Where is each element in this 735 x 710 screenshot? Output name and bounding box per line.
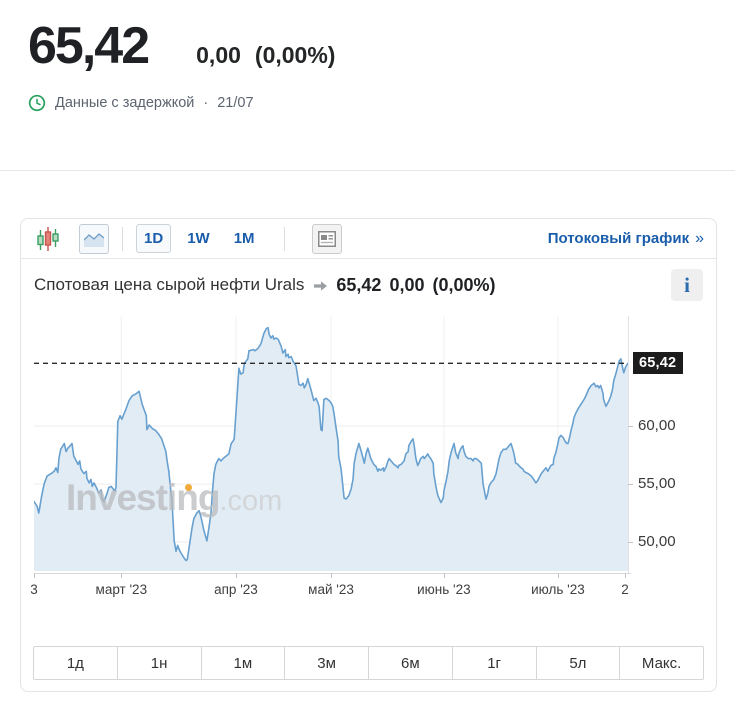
x-axis-label: апр '23	[214, 582, 258, 597]
timeframe-button-макс[interactable]: Макс.	[619, 647, 703, 679]
chart-widget: 1D 1W 1M Потоковый график » Спотовая цен…	[20, 218, 717, 692]
watermark-orange-dot	[185, 484, 192, 491]
price-change: 0,00	[196, 42, 241, 69]
delayed-separator: ·	[203, 95, 208, 111]
chart-header-price: 65,42	[336, 275, 381, 296]
newspaper-icon	[318, 231, 336, 247]
period-button-1w[interactable]: 1W	[179, 224, 218, 253]
delayed-data-row: Данные с задержкой · 21/07	[28, 94, 707, 112]
double-chevron-right-icon: »	[695, 230, 704, 248]
x-axis-tick	[34, 573, 35, 578]
x-axis-label: 3	[30, 582, 38, 597]
toolbar-divider	[284, 227, 285, 251]
x-axis-label: июль '23	[531, 582, 585, 597]
x-axis-labels: 3март '23апр '23май '23июнь '23июль '232	[34, 582, 628, 600]
watermark-domain: .com	[219, 485, 282, 517]
timeframe-button-1м[interactable]: 1м	[201, 647, 285, 679]
x-axis-tick	[444, 573, 445, 578]
price-change-group: 0,00 (0,00%)	[196, 42, 335, 69]
x-axis-label: май '23	[308, 582, 354, 597]
timeframe-button-6м[interactable]: 6м	[368, 647, 452, 679]
x-axis-tick	[558, 573, 559, 578]
x-axis-label: 2	[621, 582, 629, 597]
area-chart-button[interactable]	[79, 224, 109, 254]
plot-right-border	[628, 316, 629, 573]
info-button[interactable]: i	[671, 269, 703, 301]
divider	[0, 170, 735, 171]
y-axis-label: 50,00	[638, 533, 676, 550]
y-axis-tick	[628, 426, 633, 427]
price-change-percent: (0,00%)	[255, 42, 336, 69]
timeframe-button-1г[interactable]: 1г	[452, 647, 536, 679]
current-price: 65,42	[28, 16, 148, 76]
current-price-axis-label: 65,42	[633, 352, 683, 374]
watermark-name: Investing	[66, 477, 219, 518]
candlestick-chart-button[interactable]	[33, 224, 63, 254]
x-axis-tick	[121, 573, 122, 578]
delayed-note: Данные с задержкой	[55, 95, 194, 111]
watermark: Investing.com	[66, 477, 282, 519]
y-axis-tick	[628, 484, 633, 485]
y-axis-label: 60,00	[638, 417, 676, 434]
quote-header: 65,42 0,00 (0,00%) Данные с задержкой · …	[0, 0, 735, 112]
chart-header-change-percent: (0,00%)	[432, 275, 495, 296]
timeframe-bar: 1д1н1м3м6м1г5лМакс.	[33, 646, 704, 680]
clock-icon	[28, 94, 46, 112]
y-axis-tick	[628, 542, 633, 543]
area-chart-icon	[84, 231, 104, 247]
period-button-1m[interactable]: 1M	[226, 224, 263, 253]
x-axis-label: март '23	[96, 582, 148, 597]
timeframe-button-3м[interactable]: 3м	[284, 647, 368, 679]
timeframe-button-1н[interactable]: 1н	[117, 647, 201, 679]
x-axis-line	[34, 573, 631, 574]
timeframe-button-5л[interactable]: 5л	[536, 647, 620, 679]
x-axis-tick	[331, 573, 332, 578]
candlestick-icon	[36, 225, 60, 253]
chart-title: Спотовая цена сырой нефти Urals	[34, 275, 304, 295]
chart-region: Investing.com 3 март '23 апр '23 май '23 июн…	[21, 311, 716, 601]
timeframe-button-1д[interactable]: 1д	[34, 647, 117, 679]
period-button-1d[interactable]: 1D	[136, 224, 171, 253]
streaming-chart-link[interactable]: Потоковый график »	[548, 230, 704, 248]
y-axis-label: 55,00	[638, 475, 676, 492]
chart-header-change: 0,00	[389, 275, 424, 296]
x-axis-tick	[236, 573, 237, 578]
toolbar-divider	[122, 227, 123, 251]
x-axis-tick	[625, 573, 626, 578]
right-arrow-icon	[313, 280, 328, 292]
price-row: 65,42 0,00 (0,00%)	[28, 16, 707, 76]
chart-toolbar: 1D 1W 1M Потоковый график »	[21, 219, 716, 259]
streaming-chart-link-label: Потоковый график	[548, 230, 689, 247]
news-view-button[interactable]	[312, 224, 342, 254]
x-axis-label: июнь '23	[417, 582, 471, 597]
delayed-date: 21/07	[217, 95, 253, 111]
chart-header: Спотовая цена сырой нефти Urals 65,42 0,…	[21, 259, 716, 311]
price-area-chart[interactable]	[34, 316, 628, 571]
